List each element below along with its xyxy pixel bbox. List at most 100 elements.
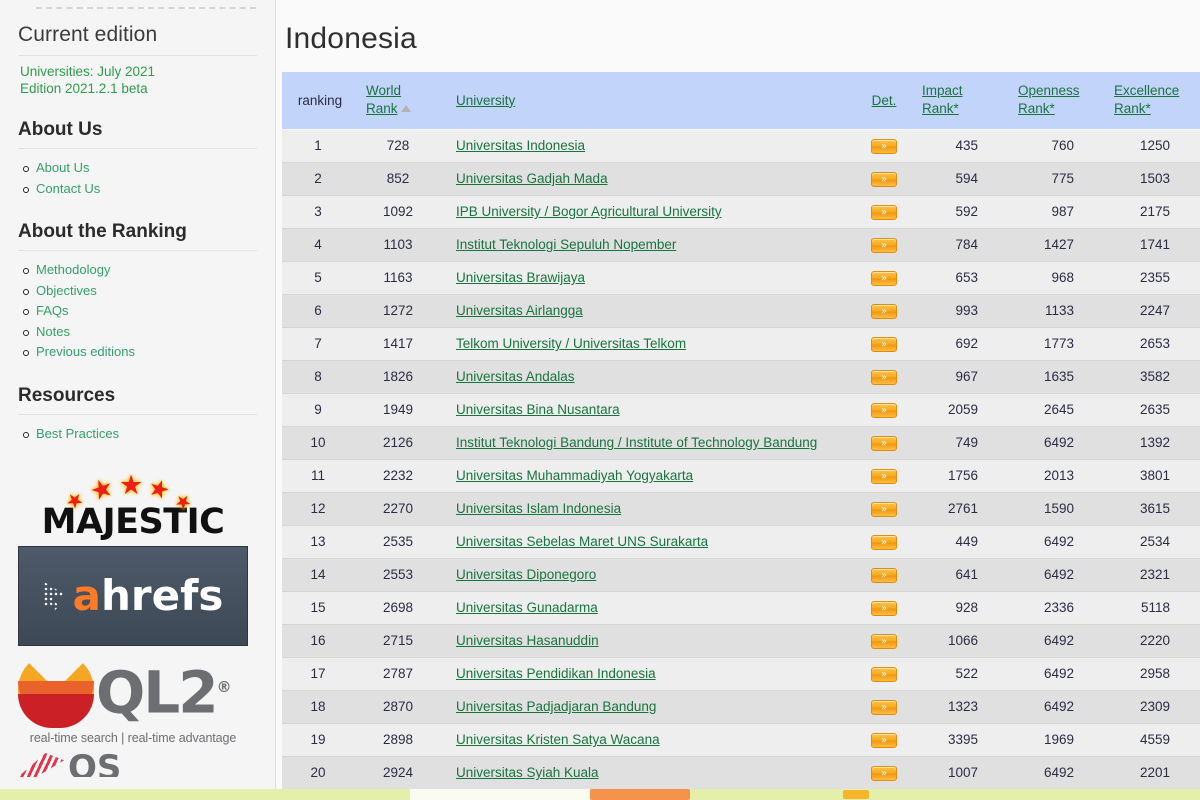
- detail-chevron-icon[interactable]: »: [871, 733, 897, 748]
- cell-detail[interactable]: »: [856, 590, 912, 625]
- cell-university[interactable]: Universitas Indonesia: [442, 128, 856, 163]
- detail-chevron-icon[interactable]: »: [871, 337, 897, 352]
- university-link[interactable]: Universitas Hasanuddin: [456, 633, 599, 648]
- column-header-world-rank-line1[interactable]: World: [366, 82, 442, 100]
- sidebar-item-about-us[interactable]: About Us: [36, 160, 89, 175]
- university-link[interactable]: Universitas Gunadarma: [456, 600, 598, 615]
- cell-detail[interactable]: »: [856, 623, 912, 658]
- university-link[interactable]: Universitas Padjadjaran Bandung: [456, 699, 656, 714]
- column-header-openness-line2[interactable]: Rank*: [1018, 100, 1104, 118]
- cell-detail[interactable]: »: [856, 260, 912, 295]
- list-item[interactable]: Notes: [23, 322, 257, 343]
- cell-university[interactable]: Universitas Syiah Kuala: [442, 755, 856, 790]
- sidebar-item-methodology[interactable]: Methodology: [36, 262, 110, 277]
- cell-university[interactable]: Universitas Muhammadiyah Yogyakarta: [442, 458, 856, 493]
- detail-chevron-icon[interactable]: »: [871, 370, 897, 385]
- sidebar-item-notes[interactable]: Notes: [36, 324, 70, 339]
- university-link[interactable]: Universitas Kristen Satya Wacana: [456, 732, 660, 747]
- list-item[interactable]: Objectives: [23, 281, 257, 302]
- detail-chevron-icon[interactable]: »: [871, 205, 897, 220]
- university-link[interactable]: Universitas Indonesia: [456, 138, 585, 153]
- detail-chevron-icon[interactable]: »: [871, 700, 897, 715]
- ahrefs-logo[interactable]: ahrefs: [18, 546, 248, 646]
- detail-chevron-icon[interactable]: »: [871, 502, 897, 517]
- cell-detail[interactable]: »: [856, 227, 912, 262]
- cell-university[interactable]: IPB University / Bogor Agricultural Univ…: [442, 194, 856, 229]
- column-header-world-rank-line2[interactable]: Rank: [366, 101, 398, 116]
- cell-detail[interactable]: »: [856, 491, 912, 526]
- university-link[interactable]: Universitas Pendidikan Indonesia: [456, 666, 656, 681]
- university-link[interactable]: Universitas Sebelas Maret UNS Surakarta: [456, 534, 708, 549]
- detail-chevron-icon[interactable]: »: [871, 271, 897, 286]
- detail-chevron-icon[interactable]: »: [871, 667, 897, 682]
- university-link[interactable]: IPB University / Bogor Agricultural Univ…: [456, 204, 722, 219]
- column-header-excellence-line2[interactable]: Rank*: [1114, 100, 1200, 118]
- cell-university[interactable]: Universitas Padjadjaran Bandung: [442, 689, 856, 724]
- partial-sponsor-logo[interactable]: QS: [18, 753, 248, 777]
- sidebar-item-faqs[interactable]: FAQs: [36, 303, 69, 318]
- list-item[interactable]: Contact Us: [23, 179, 257, 200]
- cell-detail[interactable]: »: [856, 458, 912, 493]
- cookie-consent-bar[interactable]: [0, 789, 1200, 800]
- cookie-secondary-button[interactable]: [843, 790, 869, 799]
- cell-detail[interactable]: »: [856, 161, 912, 196]
- list-item[interactable]: About Us: [23, 158, 257, 179]
- cell-detail[interactable]: »: [856, 194, 912, 229]
- university-link[interactable]: Universitas Bina Nusantara: [456, 402, 620, 417]
- cell-detail[interactable]: »: [856, 557, 912, 592]
- cell-university[interactable]: Telkom University / Universitas Telkom: [442, 326, 856, 361]
- column-header-openness-rank[interactable]: Openness Rank*: [1008, 72, 1104, 129]
- detail-chevron-icon[interactable]: »: [871, 535, 897, 550]
- cell-university[interactable]: Institut Teknologi Sepuluh Nopember: [442, 227, 856, 262]
- cell-detail[interactable]: »: [856, 722, 912, 757]
- detail-chevron-icon[interactable]: »: [871, 568, 897, 583]
- column-header-excellence-rank[interactable]: Excellence Rank*: [1104, 72, 1200, 129]
- cell-detail[interactable]: »: [856, 425, 912, 460]
- column-header-impact-line1[interactable]: Impact: [922, 82, 1008, 100]
- cell-detail[interactable]: »: [856, 359, 912, 394]
- cell-university[interactable]: Universitas Brawijaya: [442, 260, 856, 295]
- cell-university[interactable]: Universitas Sebelas Maret UNS Surakarta: [442, 524, 856, 559]
- university-link[interactable]: Universitas Muhammadiyah Yogyakarta: [456, 468, 693, 483]
- university-link[interactable]: Universitas Gadjah Mada: [456, 171, 608, 186]
- detail-chevron-icon[interactable]: »: [871, 403, 897, 418]
- column-header-university[interactable]: University: [442, 72, 856, 129]
- cell-university[interactable]: Universitas Pendidikan Indonesia: [442, 656, 856, 691]
- list-item[interactable]: Best Practices: [23, 424, 257, 445]
- majestic-logo[interactable]: ★ ★ ★ ★ ★ MAJESTIC: [18, 471, 248, 542]
- detail-chevron-icon[interactable]: »: [871, 766, 897, 781]
- column-header-impact-line2[interactable]: Rank*: [922, 100, 1008, 118]
- detail-chevron-icon[interactable]: »: [871, 634, 897, 649]
- cell-detail[interactable]: »: [856, 293, 912, 328]
- ql2-logo[interactable]: QL2® real-time search | real-time advant…: [18, 652, 248, 745]
- cell-detail[interactable]: »: [856, 656, 912, 691]
- column-header-excellence-line1[interactable]: Excellence: [1114, 82, 1200, 100]
- column-header-world-rank[interactable]: World Rank: [354, 72, 442, 129]
- cell-university[interactable]: Universitas Gadjah Mada: [442, 161, 856, 196]
- column-header-university-label[interactable]: University: [456, 93, 515, 108]
- cell-detail[interactable]: »: [856, 689, 912, 724]
- column-header-det-label[interactable]: Det.: [872, 93, 897, 108]
- university-link[interactable]: Universitas Diponegoro: [456, 567, 596, 582]
- cell-university[interactable]: Universitas Bina Nusantara: [442, 392, 856, 427]
- column-header-impact-rank[interactable]: Impact Rank*: [912, 72, 1008, 129]
- university-link[interactable]: Universitas Airlangga: [456, 303, 583, 318]
- column-header-world-rank-line2-wrap[interactable]: Rank: [366, 100, 442, 118]
- sort-ascending-icon[interactable]: [400, 105, 411, 113]
- sidebar-item-contact-us[interactable]: Contact Us: [36, 181, 100, 196]
- cell-university[interactable]: Universitas Gunadarma: [442, 590, 856, 625]
- list-item[interactable]: Methodology: [23, 260, 257, 281]
- cookie-accept-button[interactable]: [590, 789, 690, 800]
- cell-detail[interactable]: »: [856, 755, 912, 790]
- detail-chevron-icon[interactable]: »: [871, 601, 897, 616]
- list-item[interactable]: FAQs: [23, 301, 257, 322]
- cell-university[interactable]: Universitas Hasanuddin: [442, 623, 856, 658]
- column-header-det[interactable]: Det.: [856, 72, 912, 129]
- column-header-openness-line1[interactable]: Openness: [1018, 82, 1104, 100]
- cell-university[interactable]: Universitas Andalas: [442, 359, 856, 394]
- detail-chevron-icon[interactable]: »: [871, 238, 897, 253]
- sidebar-item-best-practices[interactable]: Best Practices: [36, 426, 119, 441]
- cell-university[interactable]: Universitas Airlangga: [442, 293, 856, 328]
- cell-university[interactable]: Universitas Kristen Satya Wacana: [442, 722, 856, 757]
- cell-university[interactable]: Universitas Diponegoro: [442, 557, 856, 592]
